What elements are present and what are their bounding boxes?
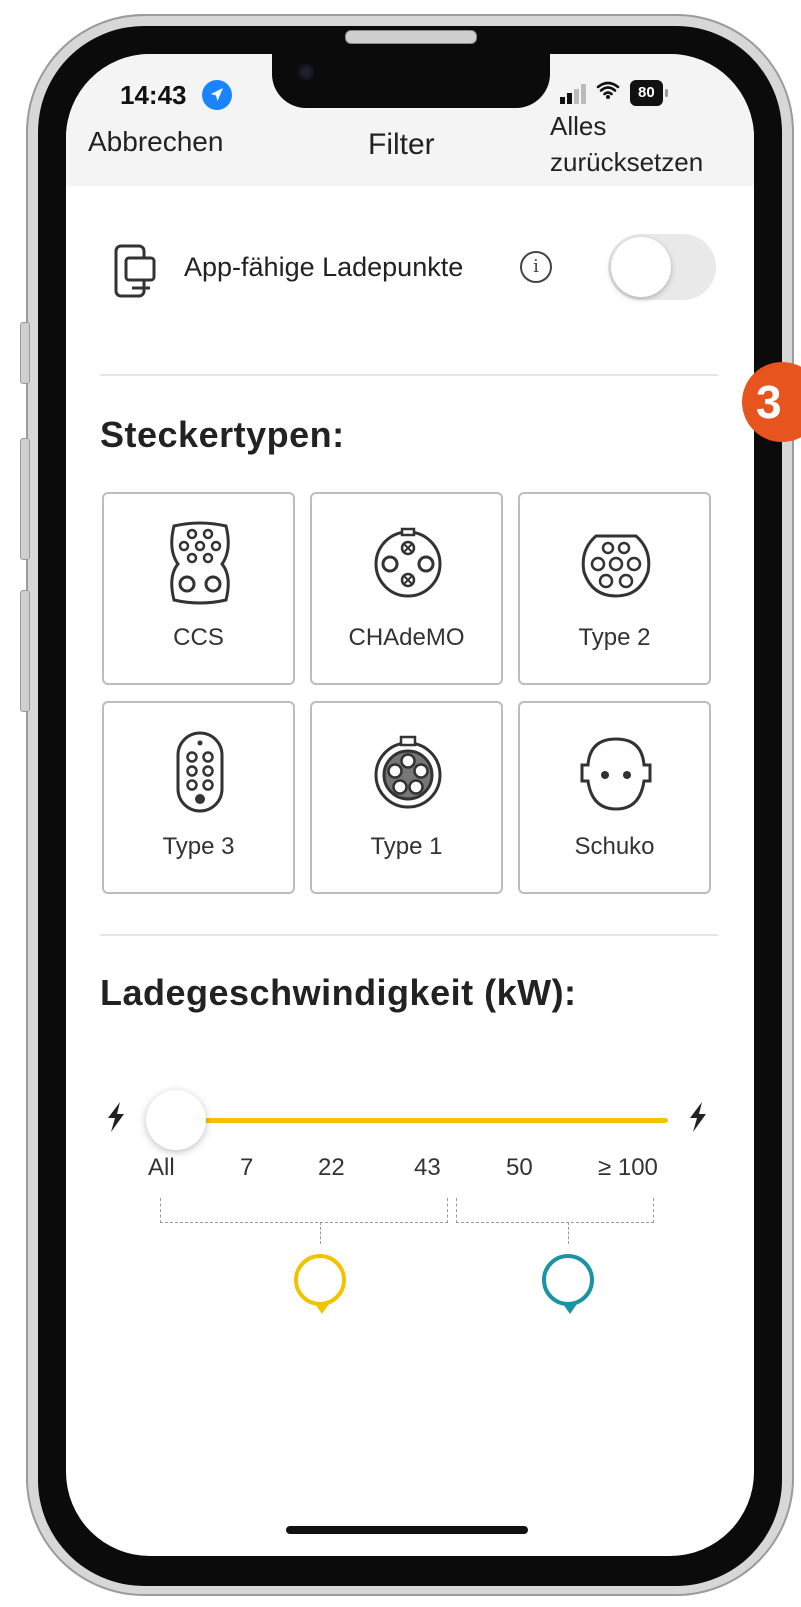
tick-label-50[interactable]: 50	[506, 1154, 533, 1182]
plug-types-heading: Steckertypen:	[100, 414, 345, 455]
plug-tile-chademo[interactable]: CHAdeMO	[310, 492, 503, 685]
info-icon[interactable]: i	[520, 251, 552, 283]
dc-range-bracket	[456, 1198, 654, 1223]
notch	[272, 54, 550, 108]
plug-tile-type2[interactable]: Type 2	[518, 492, 711, 685]
divider	[100, 374, 718, 376]
wifi-icon	[596, 80, 620, 106]
plug-label: CHAdeMO	[348, 624, 465, 651]
charging-speed-slider: All 7 22 43 50 ≥ 100	[66, 1090, 754, 1330]
location-arrow-icon	[202, 80, 232, 110]
lightning-right-icon	[688, 1102, 708, 1140]
plug-tile-type1[interactable]: Type 1	[310, 701, 503, 894]
front-camera	[298, 64, 314, 80]
plug-label: Schuko	[574, 833, 655, 860]
page-title: Filter	[368, 128, 435, 161]
lightning-left-icon	[106, 1102, 126, 1140]
cellular-signal-icon	[560, 82, 586, 104]
battery-icon: 80	[630, 80, 668, 106]
app-capable-toggle[interactable]	[608, 234, 716, 300]
dc-bracket-stem	[568, 1222, 569, 1244]
cancel-button[interactable]: Abbrechen	[88, 126, 223, 158]
ccs-plug-icon	[170, 521, 230, 605]
ac-bracket-stem	[320, 1222, 321, 1244]
plug-label: Type 2	[578, 624, 651, 651]
ac-charger-pin-icon	[294, 1254, 346, 1314]
divider	[100, 934, 718, 936]
slider-thumb[interactable]	[146, 1090, 206, 1150]
status-icons: 80	[560, 80, 668, 106]
side-button-mute	[20, 322, 30, 384]
side-button-volume-down	[20, 590, 30, 712]
type3-plug-icon	[176, 731, 224, 813]
home-indicator	[286, 1526, 528, 1534]
plug-label: Type 3	[162, 833, 235, 860]
app-capable-row: App-fähige Ladepunkte i	[112, 234, 722, 304]
reset-all-button[interactable]: Alles zurücksetzen	[550, 108, 750, 180]
navigation-bar: 14:43 80 Abbrechen Filter Alles zurückse…	[66, 54, 754, 186]
schuko-plug-icon	[580, 737, 652, 811]
chademo-plug-icon	[374, 527, 442, 598]
slider-track[interactable]	[178, 1118, 668, 1123]
type1-plug-icon	[374, 735, 442, 809]
plug-tile-ccs[interactable]: CCS	[102, 492, 295, 685]
side-button-volume-up	[20, 438, 30, 560]
type2-plug-icon	[581, 534, 651, 598]
plug-label: Type 1	[370, 833, 443, 860]
phone-charger-icon	[112, 240, 158, 305]
app-capable-label: App-fähige Ladepunkte	[184, 252, 464, 282]
dc-charger-pin-icon	[542, 1254, 594, 1314]
tick-label-43[interactable]: 43	[414, 1154, 441, 1182]
tick-label-7[interactable]: 7	[240, 1154, 253, 1182]
toggle-knob	[611, 237, 671, 297]
tick-label-all[interactable]: All	[148, 1154, 175, 1182]
plug-tile-schuko[interactable]: Schuko	[518, 701, 711, 894]
ac-range-bracket	[160, 1198, 448, 1223]
status-time: 14:43	[120, 80, 187, 110]
plug-tile-type3[interactable]: Type 3	[102, 701, 295, 894]
app-screen: 14:43 80 Abbrechen Filter Alles zurückse…	[66, 54, 754, 1556]
speaker-grille	[345, 30, 477, 44]
charging-speed-heading: Ladegeschwindigkeit (kW):	[100, 972, 577, 1013]
tick-label-22[interactable]: 22	[318, 1154, 345, 1182]
plug-label: CCS	[173, 624, 224, 651]
tick-label-100[interactable]: ≥ 100	[598, 1154, 658, 1182]
plug-type-grid: CCS CHAdeMO Type 2 Type 3 Type 1 Schuko	[102, 492, 712, 894]
